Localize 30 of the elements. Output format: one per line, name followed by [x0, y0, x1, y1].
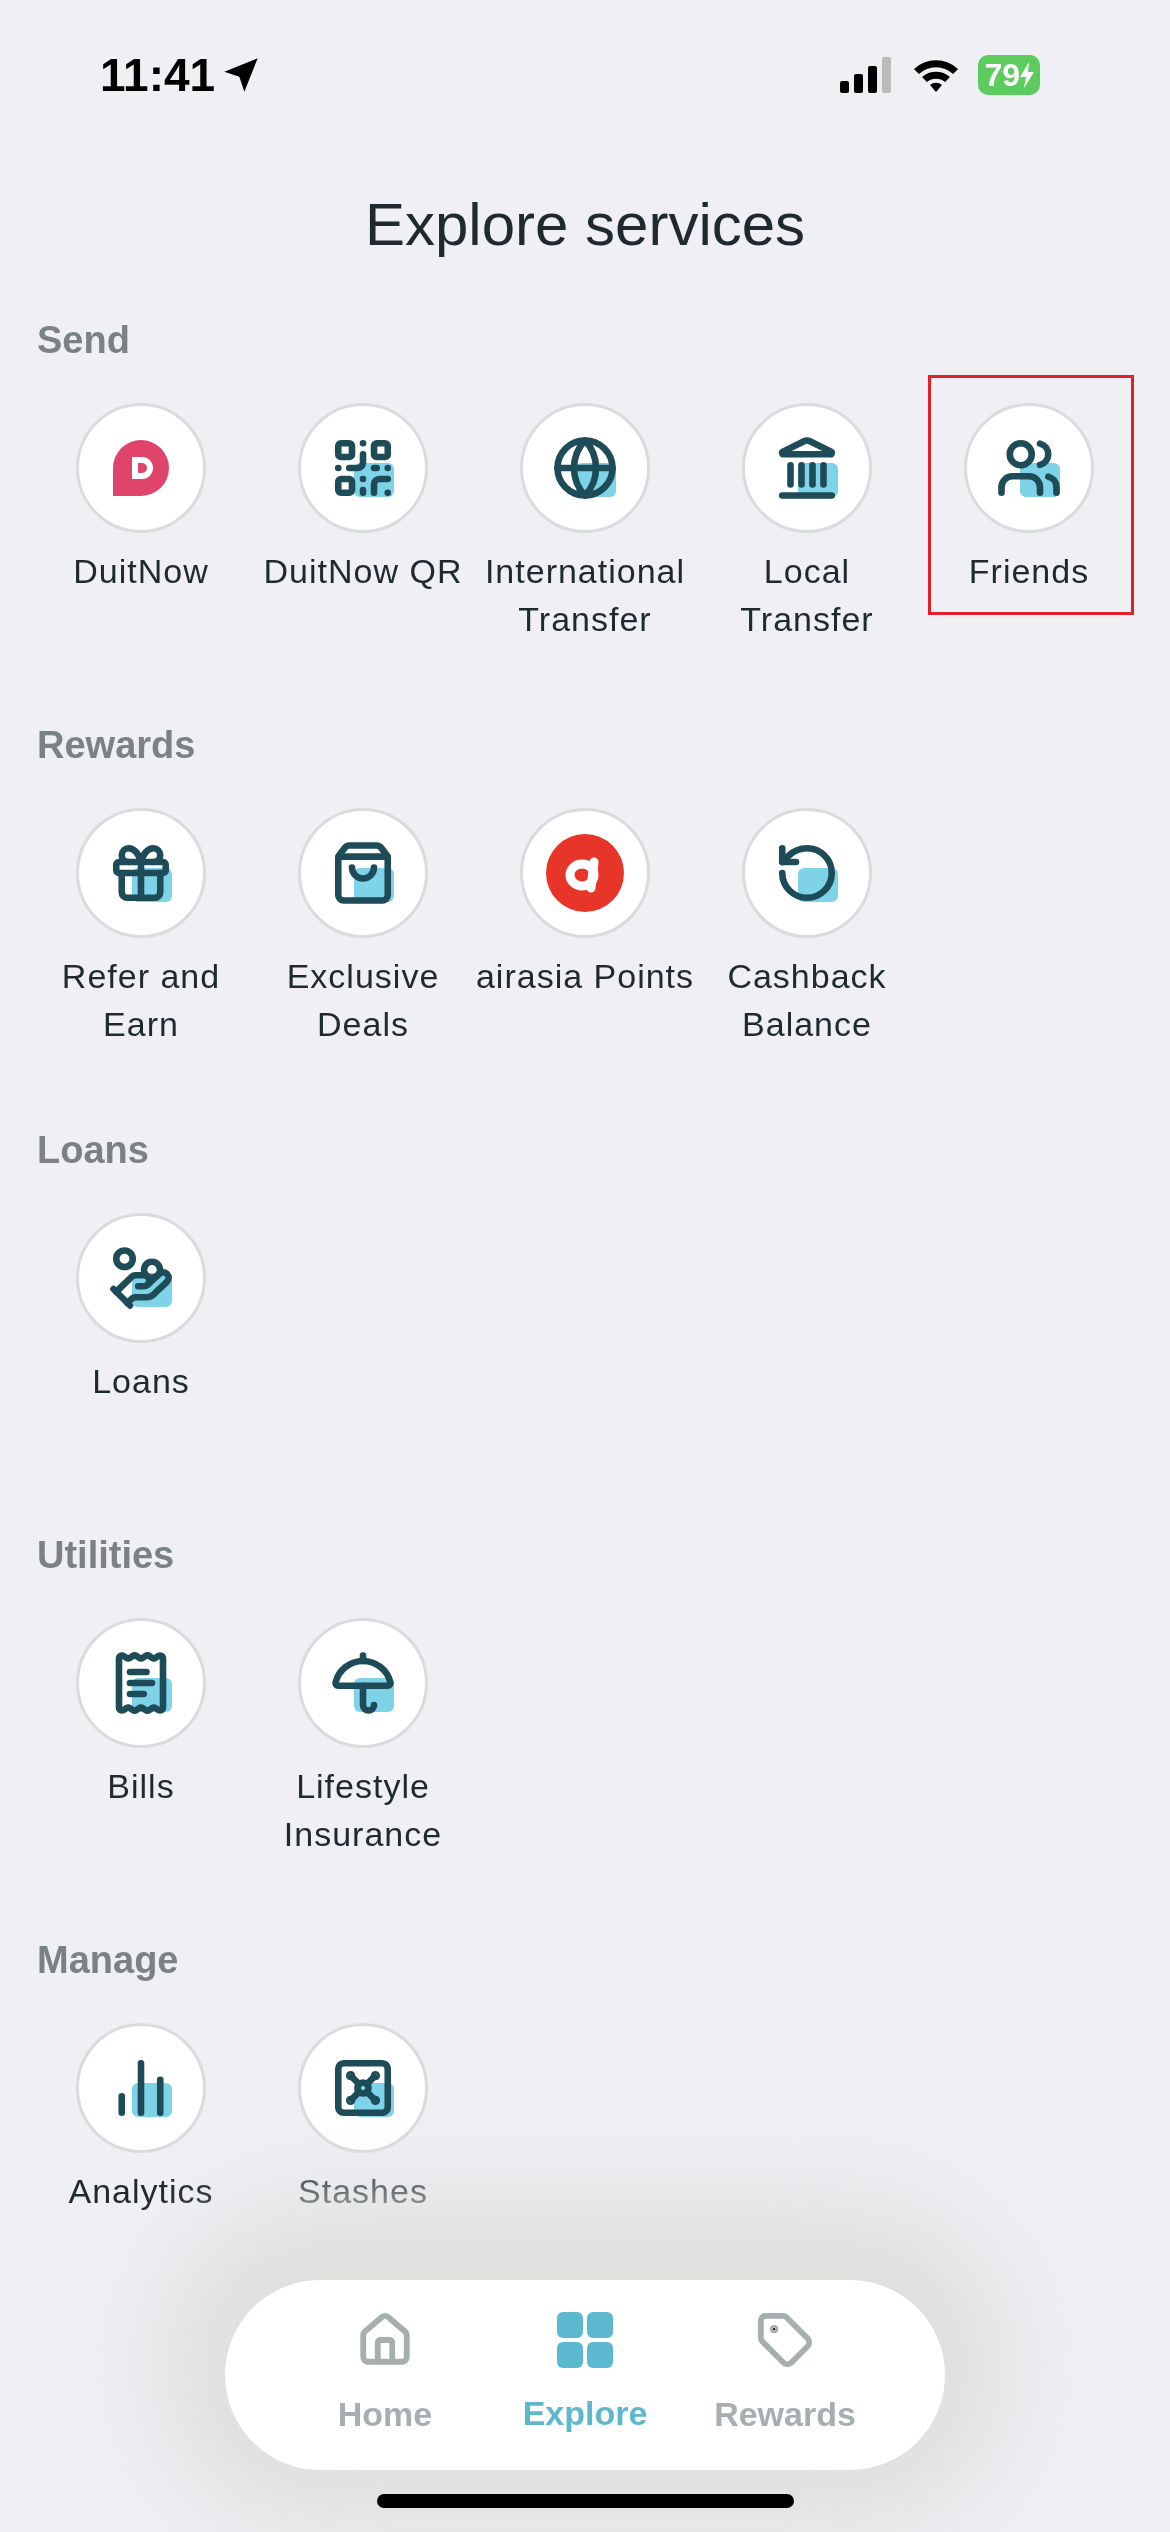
- logo-icon: [546, 834, 624, 912]
- service-label: Cashback Balance: [726, 956, 888, 1045]
- service-label: Loans: [91, 1361, 191, 1402]
- battery-indicator: 79: [978, 55, 1040, 95]
- speech-bubble-icon: [110, 437, 172, 499]
- service-label: Friends: [967, 551, 1091, 592]
- service-label: Lifestyle Insurance: [282, 1766, 444, 1855]
- status-time: 11:41: [100, 47, 216, 103]
- section-heading: Send: [37, 317, 130, 363]
- service-label: Exclusive Deals: [285, 956, 441, 1045]
- section-heading: Utilities: [37, 1532, 175, 1578]
- tab-item[interactable]: Explore: [505, 2311, 665, 2439]
- service-label: Analytics: [67, 2171, 215, 2212]
- tag-icon: [756, 2310, 814, 2369]
- wifi-icon: [912, 57, 961, 93]
- service-label: Local Transfer: [739, 551, 875, 640]
- service-label: International Transfer: [483, 551, 687, 640]
- tab-item[interactable]: Rewards: [705, 2310, 865, 2440]
- section-heading: Manage: [37, 1937, 179, 1983]
- page-title: Explore services: [364, 190, 806, 260]
- grid-icon: [557, 2311, 613, 2368]
- service-label: Refer and Earn: [60, 956, 222, 1045]
- service-label: DuitNow QR: [262, 551, 464, 592]
- service-label: DuitNow: [72, 551, 210, 592]
- service-label: Bills: [106, 1766, 176, 1807]
- tab-item[interactable]: Home: [305, 2310, 465, 2440]
- service-label: airasia Points: [475, 956, 695, 997]
- section-heading: Loans: [37, 1127, 149, 1173]
- section-heading: Rewards: [37, 722, 196, 768]
- service-label: Stashes: [297, 2171, 429, 2212]
